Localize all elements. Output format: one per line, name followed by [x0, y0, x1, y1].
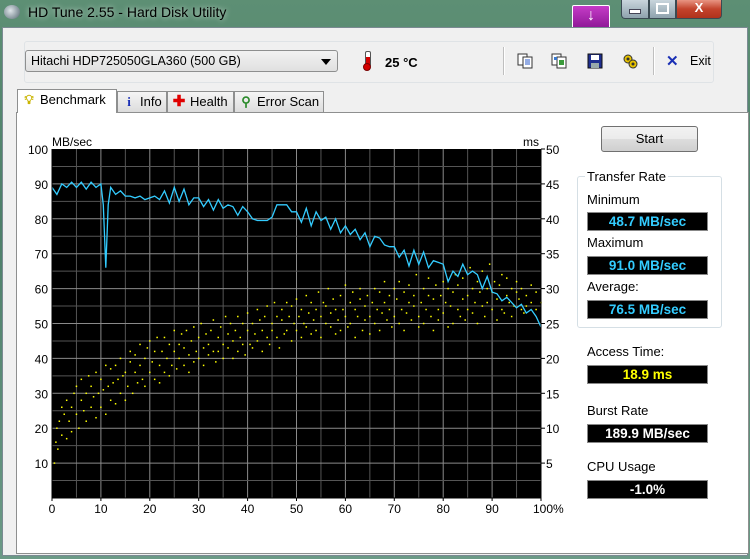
maximum-value: 91.0 MB/sec	[587, 256, 708, 275]
copy-text-icon	[517, 53, 533, 69]
info-icon: i	[127, 94, 131, 109]
health-cross-icon: ✚	[172, 93, 186, 110]
magnifier-icon: ⚲	[241, 94, 251, 109]
lightbulb-icon: 💡︎	[24, 92, 34, 107]
average-value: 76.5 MB/sec	[587, 300, 708, 319]
tab-info[interactable]: i Info	[117, 91, 167, 112]
cpu-usage-label: CPU Usage	[587, 459, 656, 474]
copy-text-button[interactable]	[516, 52, 534, 70]
app-icon	[4, 5, 20, 19]
save-button[interactable]	[586, 52, 604, 70]
drive-select[interactable]: Hitachi HDP725050GLA360 (500 GB)	[25, 50, 338, 72]
start-button[interactable]: Start	[601, 126, 698, 152]
save-icon	[587, 53, 603, 69]
tab-error-scan[interactable]: ⚲ Error Scan	[234, 91, 324, 112]
tab-label: Health	[190, 94, 228, 109]
download-button[interactable]: ↓	[572, 5, 610, 29]
minimize-icon	[629, 9, 641, 14]
access-time-value: 18.9 ms	[587, 365, 708, 384]
window-title: HD Tune 2.55 - Hard Disk Utility	[28, 4, 227, 20]
tab-health[interactable]: ✚ Health	[167, 91, 234, 112]
copy-screenshot-button[interactable]	[550, 52, 568, 70]
minimum-label: Minimum	[587, 192, 640, 207]
thermometer-icon	[363, 51, 371, 71]
maximize-button[interactable]	[649, 0, 676, 19]
maximize-icon	[656, 3, 669, 14]
burst-rate-value: 189.9 MB/sec	[587, 424, 708, 443]
exit-x-icon: ✕	[666, 53, 679, 70]
toolbar-separator	[503, 47, 505, 75]
access-time-label: Access Time:	[587, 344, 665, 359]
options-icon	[623, 54, 638, 69]
chevron-down-icon	[321, 59, 331, 65]
burst-rate-label: Burst Rate	[587, 403, 649, 418]
title-bar: HD Tune 2.55 - Hard Disk Utility ↓ X	[0, 0, 750, 29]
transfer-rate-title: Transfer Rate	[585, 169, 668, 184]
cpu-usage-value: -1.0%	[587, 480, 708, 499]
tab-label: Benchmark	[40, 92, 106, 107]
down-arrow-icon: ↓	[587, 7, 595, 24]
copy-screenshot-icon	[551, 53, 567, 69]
temperature-readout: 25 °C	[385, 55, 418, 70]
drive-select-value: Hitachi HDP725050GLA360 (500 GB)	[31, 54, 241, 68]
close-icon: X	[694, 0, 704, 15]
maximum-label: Maximum	[587, 235, 644, 250]
tab-label: Error Scan	[257, 94, 320, 109]
toolbar-separator	[653, 47, 655, 75]
window-controls: X	[621, 0, 722, 19]
exit-label: Exit	[690, 54, 711, 68]
minimum-value: 48.7 MB/sec	[587, 212, 708, 231]
options-button[interactable]	[621, 52, 639, 70]
tab-label: Info	[140, 94, 162, 109]
tab-benchmark[interactable]: 💡︎ Benchmark	[17, 89, 117, 113]
close-button[interactable]: X	[676, 0, 722, 19]
average-label: Average:	[587, 279, 639, 294]
minimize-button[interactable]	[621, 0, 649, 19]
